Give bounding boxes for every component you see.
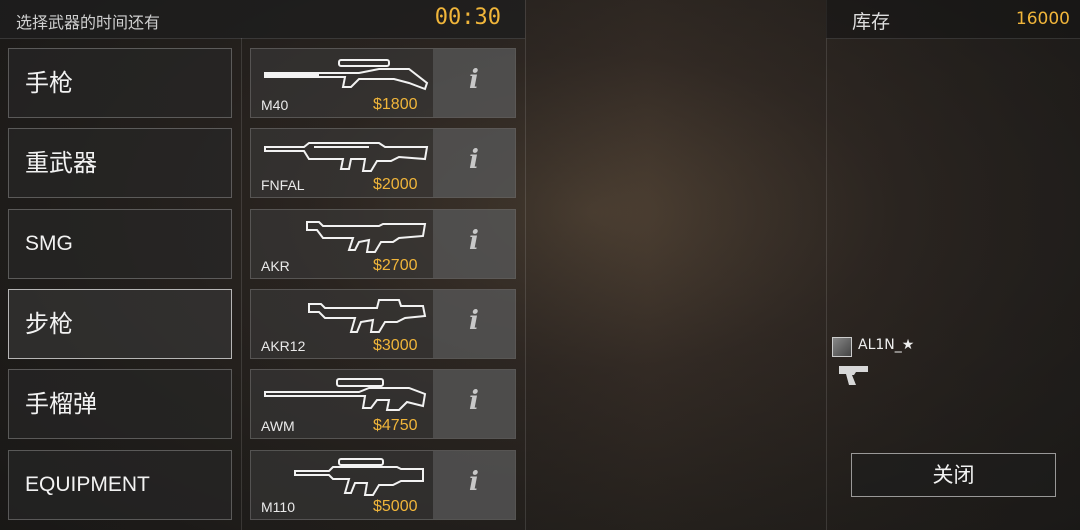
close-button[interactable]: 关闭 xyxy=(851,453,1056,497)
category-heavy[interactable]: 重武器 xyxy=(8,128,232,198)
info-icon: i xyxy=(469,226,479,256)
weapon-name: AWM xyxy=(261,418,295,434)
weapon-card-akr[interactable]: AKR $2700 i xyxy=(250,209,516,279)
info-icon: i xyxy=(469,65,479,95)
weapon-card-akr12[interactable]: AKR12 $3000 i xyxy=(250,289,516,359)
weapon-name: M110 xyxy=(261,499,295,515)
weapon-name: M40 xyxy=(261,97,289,113)
category-label: 手榴弹 xyxy=(25,390,97,418)
player-name: AL1N_★ xyxy=(858,337,915,353)
info-icon: i xyxy=(469,145,479,175)
weapon-card-awm[interactable]: AWM $4750 i xyxy=(250,369,516,439)
divider xyxy=(826,0,827,530)
category-rifle[interactable]: 步枪 xyxy=(8,289,232,359)
weapon-price: $2000 xyxy=(373,176,418,193)
category-label: 重武器 xyxy=(25,149,97,177)
info-button[interactable]: i xyxy=(433,370,515,438)
weapon-card-m40[interactable]: M40 $1800 i xyxy=(250,48,516,118)
info-icon: i xyxy=(469,306,479,336)
timer-bar: 选择武器的时间还有 00:30 xyxy=(0,0,525,39)
timer-value: 00:30 xyxy=(434,5,501,30)
info-button[interactable]: i xyxy=(433,210,515,278)
weapon-name: AKR12 xyxy=(261,338,306,354)
sniper-rifle-icon xyxy=(264,378,427,411)
category-label: SMG xyxy=(25,232,73,255)
category-label: EQUIPMENT xyxy=(25,473,150,496)
timer-label: 选择武器的时间还有 xyxy=(16,13,161,32)
assault-rifle-icon xyxy=(308,299,427,333)
weapon-card-m110[interactable]: M110 $5000 i xyxy=(250,450,516,520)
sniper-rifle-icon xyxy=(264,59,429,91)
category-grenade[interactable]: 手榴弹 xyxy=(8,369,232,439)
inventory-bar: 库存 16000 xyxy=(826,0,1080,39)
avatar xyxy=(832,337,852,357)
weapon-price: $1800 xyxy=(373,96,418,113)
weapon-price: $2700 xyxy=(373,257,418,274)
category-pistol[interactable]: 手枪 xyxy=(8,48,232,118)
weapon-name: FNFAL xyxy=(261,177,305,193)
weapon-price: $4750 xyxy=(373,417,418,434)
info-button[interactable]: i xyxy=(433,129,515,197)
pistol-icon xyxy=(839,366,868,385)
divider xyxy=(241,38,242,530)
weapon-price: $5000 xyxy=(373,498,418,515)
battle-rifle-icon xyxy=(264,142,429,172)
info-icon: i xyxy=(469,467,479,497)
marksman-rifle-icon xyxy=(294,458,424,496)
info-button[interactable]: i xyxy=(433,451,515,519)
info-button[interactable]: i xyxy=(433,49,515,117)
category-equipment[interactable]: EQUIPMENT xyxy=(8,450,232,520)
divider xyxy=(525,0,526,530)
category-smg[interactable]: SMG xyxy=(8,209,232,279)
inventory-label: 库存 xyxy=(852,11,891,33)
category-label: 步枪 xyxy=(25,310,73,338)
info-button[interactable]: i xyxy=(433,290,515,358)
info-icon: i xyxy=(469,386,479,416)
weapon-name: AKR xyxy=(261,258,290,274)
category-label: 手枪 xyxy=(25,69,73,97)
assault-rifle-icon xyxy=(306,221,427,253)
weapon-price: $3000 xyxy=(373,337,418,354)
inventory-value: 16000 xyxy=(1015,9,1070,29)
weapon-card-fnfal[interactable]: FNFAL $2000 i xyxy=(250,128,516,198)
close-button-label: 关闭 xyxy=(932,463,975,487)
